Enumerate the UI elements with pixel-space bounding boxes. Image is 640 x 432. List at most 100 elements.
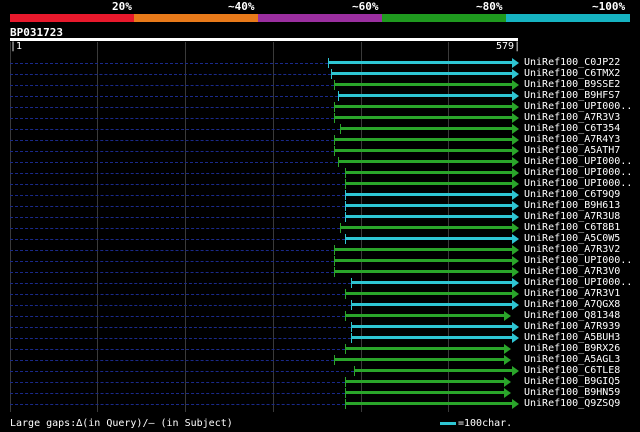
hit-bar[interactable] — [333, 149, 512, 152]
hit-bar[interactable] — [351, 303, 512, 306]
hit-unaligned-line — [10, 305, 352, 306]
legend-label-80: ~80% — [476, 0, 503, 13]
hit-label[interactable]: UniRef100_C0JP22 — [524, 57, 620, 68]
hit-label[interactable]: UniRef100_B9GIQ5 — [524, 376, 620, 387]
hit-bar[interactable] — [338, 160, 512, 163]
hit-label[interactable]: UniRef100_B9H613 — [524, 200, 620, 211]
hit-label[interactable]: UniRef100_C6TMX2 — [524, 68, 620, 79]
hit-arrow-icon — [512, 80, 519, 90]
hit-label[interactable]: UniRef100_UPI000.. — [524, 101, 632, 112]
hit-label[interactable]: UniRef100_B9SSE2 — [524, 79, 620, 90]
hit-arrow-icon — [512, 135, 519, 145]
hit-unaligned-line — [10, 338, 352, 339]
hit-label[interactable]: UniRef100_A7R3U8 — [524, 211, 620, 222]
scale-label: =100char. — [458, 418, 513, 429]
hit-arrow-icon — [512, 256, 519, 266]
hit-row[interactable]: UniRef100_Q9ZSQ9 — [0, 398, 640, 410]
hit-arrow-icon — [512, 146, 519, 156]
hit-unaligned-line — [10, 360, 334, 361]
hit-bar[interactable] — [345, 215, 512, 218]
hit-unaligned-line — [10, 173, 346, 174]
hit-label[interactable]: UniRef100_A7R3V1 — [524, 288, 620, 299]
hit-arrow-icon — [512, 300, 519, 310]
hit-bar[interactable] — [345, 204, 512, 207]
hit-bar[interactable] — [339, 127, 512, 130]
hit-label[interactable]: UniRef100_B9HN59 — [524, 387, 620, 398]
hit-bar[interactable] — [345, 292, 512, 295]
hit-label[interactable]: UniRef100_A7R3V2 — [524, 244, 620, 255]
query-end-value: 579 — [496, 41, 515, 52]
hit-bar[interactable] — [345, 402, 512, 405]
hit-unaligned-line — [10, 85, 334, 86]
hit-label[interactable]: UniRef100_C6T8B1 — [524, 222, 620, 233]
hit-bar[interactable] — [345, 380, 505, 383]
hit-label[interactable]: UniRef100_C6T354 — [524, 123, 620, 134]
hit-arrow-icon — [504, 377, 512, 387]
hit-unaligned-line — [10, 316, 346, 317]
hit-bar[interactable] — [345, 237, 512, 240]
hit-label[interactable]: UniRef100_UPI000.. — [524, 255, 632, 266]
hit-label[interactable]: UniRef100_A5BUH3 — [524, 332, 620, 343]
hit-label[interactable]: UniRef100_A5AGL3 — [524, 354, 620, 365]
hit-bar[interactable] — [333, 358, 505, 361]
hit-bar[interactable] — [351, 281, 512, 284]
hit-bar[interactable] — [333, 270, 512, 273]
hit-label[interactable]: UniRef100_C6T9Q9 — [524, 189, 620, 200]
query-end-label: 579| — [496, 41, 521, 52]
hit-bar[interactable] — [338, 94, 512, 97]
hit-bar[interactable] — [331, 72, 512, 75]
hit-bar[interactable] — [345, 171, 512, 174]
hit-label[interactable]: UniRef100_A5C0W5 — [524, 233, 620, 244]
hit-bar[interactable] — [345, 193, 512, 196]
hit-arrow-icon — [512, 212, 519, 222]
hit-bar[interactable] — [328, 61, 512, 64]
hit-label[interactable]: UniRef100_UPI000.. — [524, 156, 632, 167]
hit-bar[interactable] — [345, 391, 505, 394]
hit-arrow-icon — [504, 355, 512, 365]
hit-label[interactable]: UniRef100_C6TLE8 — [524, 365, 620, 376]
hit-arrow-icon — [512, 322, 519, 332]
hit-bar[interactable] — [339, 226, 512, 229]
hit-label[interactable]: UniRef100_A7QGX8 — [524, 299, 620, 310]
hit-arrow-icon — [512, 245, 519, 255]
hit-unaligned-line — [10, 327, 352, 328]
hit-label[interactable]: UniRef100_B9RX26 — [524, 343, 620, 354]
legend-label-60: ~60% — [352, 0, 379, 13]
hit-bar[interactable] — [333, 259, 512, 262]
hit-arrow-icon — [512, 179, 519, 189]
hit-bar[interactable] — [345, 347, 505, 350]
hit-bar[interactable] — [351, 325, 512, 328]
hit-unaligned-line — [10, 162, 339, 163]
hit-bar[interactable] — [345, 314, 505, 317]
hit-arrow-icon — [512, 113, 519, 123]
hit-bar[interactable] — [351, 336, 512, 339]
hit-label[interactable]: UniRef100_Q81348 — [524, 310, 620, 321]
hit-unaligned-line — [10, 140, 334, 141]
hit-arrow-icon — [504, 344, 512, 354]
hit-label[interactable]: UniRef100_Q9ZSQ9 — [524, 398, 620, 409]
hit-bar[interactable] — [345, 182, 512, 185]
hit-label[interactable]: UniRef100_A7R939 — [524, 321, 620, 332]
hit-bar[interactable] — [333, 116, 512, 119]
hit-label[interactable]: UniRef100_UPI000.. — [524, 178, 632, 189]
scale-legend: =100char. — [440, 418, 512, 429]
hit-unaligned-line — [10, 107, 334, 108]
hit-label[interactable]: UniRef100_A7R3V3 — [524, 112, 620, 123]
hit-label[interactable]: UniRef100_UPI000.. — [524, 167, 632, 178]
hit-unaligned-line — [10, 129, 340, 130]
hit-label[interactable]: UniRef100_A7R3V0 — [524, 266, 620, 277]
hit-label[interactable]: UniRef100_A7R4Y3 — [524, 134, 620, 145]
hit-unaligned-line — [10, 118, 334, 119]
legend-label-20: 20% — [112, 0, 132, 13]
hit-bar[interactable] — [353, 369, 512, 372]
hit-label[interactable]: UniRef100_B9HFS7 — [524, 90, 620, 101]
hit-arrow-icon — [504, 388, 512, 398]
hit-bar[interactable] — [333, 105, 512, 108]
hit-bar[interactable] — [333, 248, 512, 251]
hit-arrow-icon — [512, 234, 519, 244]
hit-label[interactable]: UniRef100_A5ATH7 — [524, 145, 620, 156]
hit-bar[interactable] — [333, 83, 512, 86]
hit-bar[interactable] — [333, 138, 512, 141]
hit-unaligned-line — [10, 283, 352, 284]
hit-label[interactable]: UniRef100_UPI000.. — [524, 277, 632, 288]
